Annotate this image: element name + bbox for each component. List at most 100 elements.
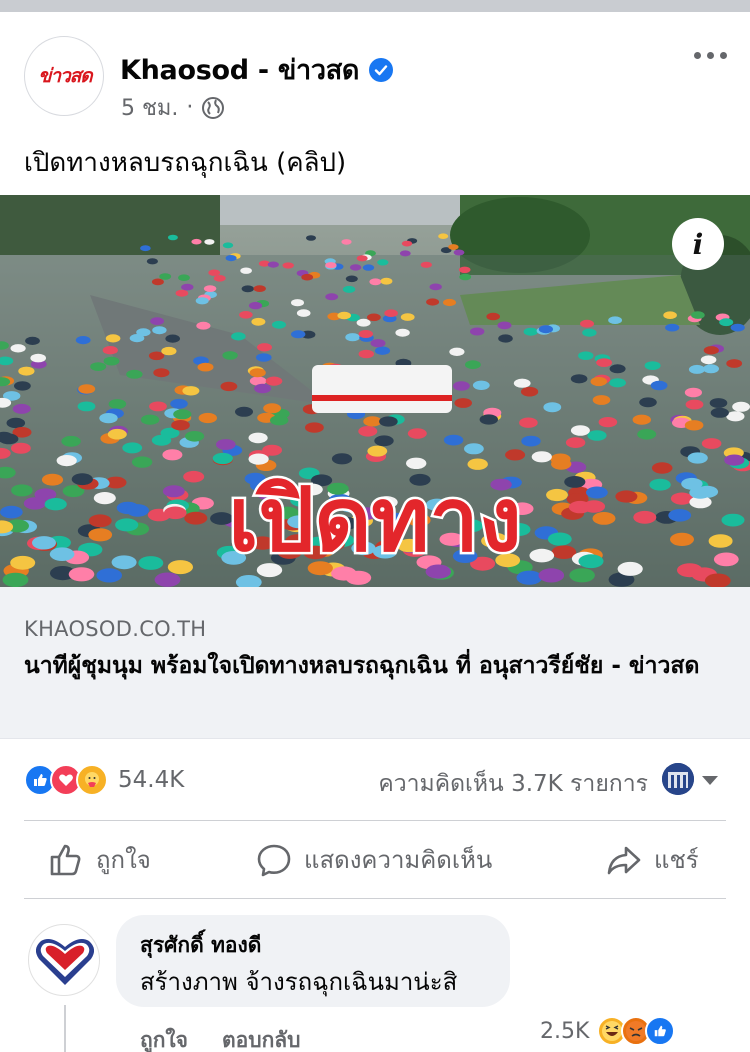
comment-author[interactable]: สุรศักดิ์ ทองดี (140, 929, 261, 962)
umbrella-shape (639, 397, 657, 408)
umbrella-shape (617, 561, 643, 576)
umbrella-shape (420, 261, 432, 268)
umbrella-shape (178, 274, 190, 281)
umbrella-shape (198, 412, 217, 424)
verified-badge-icon (369, 57, 394, 82)
chevron-down-icon[interactable] (702, 776, 718, 785)
divider (24, 820, 726, 821)
share-label: แชร์ (654, 846, 699, 874)
post-image[interactable]: เปิดทาง (0, 195, 750, 587)
link-domain: KHAOSOD.CO.TH (24, 617, 207, 641)
umbrella-shape (644, 361, 661, 370)
umbrella-shape (195, 297, 209, 305)
umbrella-shape (111, 555, 137, 570)
reaction-summary[interactable]: 54.4K (24, 764, 184, 796)
umbrella-shape (171, 420, 190, 431)
umbrella-shape (30, 353, 46, 363)
umbrella-shape (184, 511, 208, 525)
umbrella-shape (609, 378, 626, 388)
like-button[interactable]: ถูกใจ (48, 840, 151, 879)
umbrella-shape (596, 358, 612, 367)
umbrella-shape (377, 259, 389, 266)
umbrella-shape (670, 532, 694, 546)
umbrella-shape (519, 417, 538, 428)
commenter-avatar[interactable] (28, 924, 100, 996)
umbrella-shape (637, 429, 657, 440)
post-timestamp[interactable]: 5 ชม. (121, 90, 178, 125)
umbrella-shape (159, 273, 172, 280)
umbrella-shape (523, 327, 538, 336)
page-name[interactable]: Khaosod - ข่าวสด (120, 48, 359, 91)
more-options-icon[interactable] (690, 46, 730, 64)
comment-reactions[interactable]: 2.5K (540, 1016, 676, 1046)
umbrella-shape (253, 285, 266, 292)
umbrella-shape (586, 486, 608, 499)
meta-separator: · (186, 95, 194, 120)
umbrella-shape (713, 552, 739, 567)
umbrella-shape (443, 434, 464, 446)
viewer-avatar[interactable] (662, 763, 694, 795)
umbrella-shape (379, 416, 398, 427)
link-title[interactable]: นาทีผู้ชุมนุม พร้อมใจเปิดทางหลบรถฉุกเฉิน… (24, 648, 724, 684)
umbrella-shape (162, 485, 185, 498)
share-button[interactable]: แชร์ (606, 840, 699, 879)
umbrella-shape (570, 374, 588, 384)
umbrella-shape (400, 313, 415, 321)
umbrella-shape (267, 261, 279, 268)
umbrella-shape (103, 356, 120, 366)
umbrella-shape (126, 504, 149, 517)
umbrella-shape (325, 262, 337, 269)
umbrella-shape (44, 498, 67, 511)
umbrella-shape (362, 264, 375, 271)
umbrella-shape (197, 362, 214, 372)
umbrella-shape (164, 506, 187, 520)
umbrella-shape (251, 317, 266, 326)
umbrella-shape (497, 321, 512, 330)
umbrella-shape (732, 401, 750, 412)
umbrella-shape (708, 534, 733, 548)
umbrella-shape (99, 413, 118, 424)
umbrella-shape (531, 451, 552, 463)
umbrella-shape (730, 323, 745, 332)
umbrella-shape (684, 420, 704, 431)
umbrella-shape (426, 298, 440, 306)
comment-reply-button[interactable]: ตอบกลับ (222, 1024, 301, 1052)
umbrella-shape (11, 442, 31, 454)
umbrella-shape (301, 273, 314, 281)
umbrella-shape (56, 455, 77, 467)
umbrella-shape (325, 293, 339, 301)
like-reaction-icon (645, 1016, 676, 1046)
umbrella-shape (25, 336, 40, 345)
umbrella-shape (49, 547, 75, 561)
umbrella-shape (721, 513, 745, 527)
page-avatar[interactable]: ข่าวสด (24, 36, 104, 116)
umbrella-shape (367, 313, 381, 322)
info-icon[interactable]: i (672, 218, 724, 270)
umbrella-shape (235, 406, 253, 417)
divider (24, 898, 726, 899)
umbrella-shape (296, 309, 311, 317)
umbrella-shape (598, 417, 618, 428)
umbrella-shape (407, 428, 427, 439)
umbrella-shape (151, 278, 164, 286)
umbrella-shape (71, 473, 93, 486)
thai-flag-heart-icon (35, 939, 95, 985)
umbrella-shape (222, 242, 234, 249)
umbrella-shape (170, 398, 188, 409)
umbrella-shape (122, 442, 143, 454)
umbrella-shape (291, 330, 306, 339)
umbrella-shape (429, 283, 442, 291)
umbrella-shape (345, 275, 358, 283)
comment-button[interactable]: แสดงความคิดเห็น (256, 840, 492, 879)
umbrella-shape (162, 449, 183, 461)
umbrella-shape (331, 453, 353, 465)
umbrella-shape (369, 278, 382, 286)
umbrella-shape (453, 381, 470, 391)
umbrella-shape (453, 249, 465, 256)
comment-count[interactable]: ความคิดเห็น 3.7K รายการ (378, 766, 648, 802)
comment-like-button[interactable]: ถูกใจ (140, 1024, 188, 1052)
umbrella-shape (380, 277, 393, 285)
umbrella-shape (726, 359, 743, 368)
umbrella-shape (337, 311, 352, 320)
umbrella-shape (262, 444, 282, 456)
